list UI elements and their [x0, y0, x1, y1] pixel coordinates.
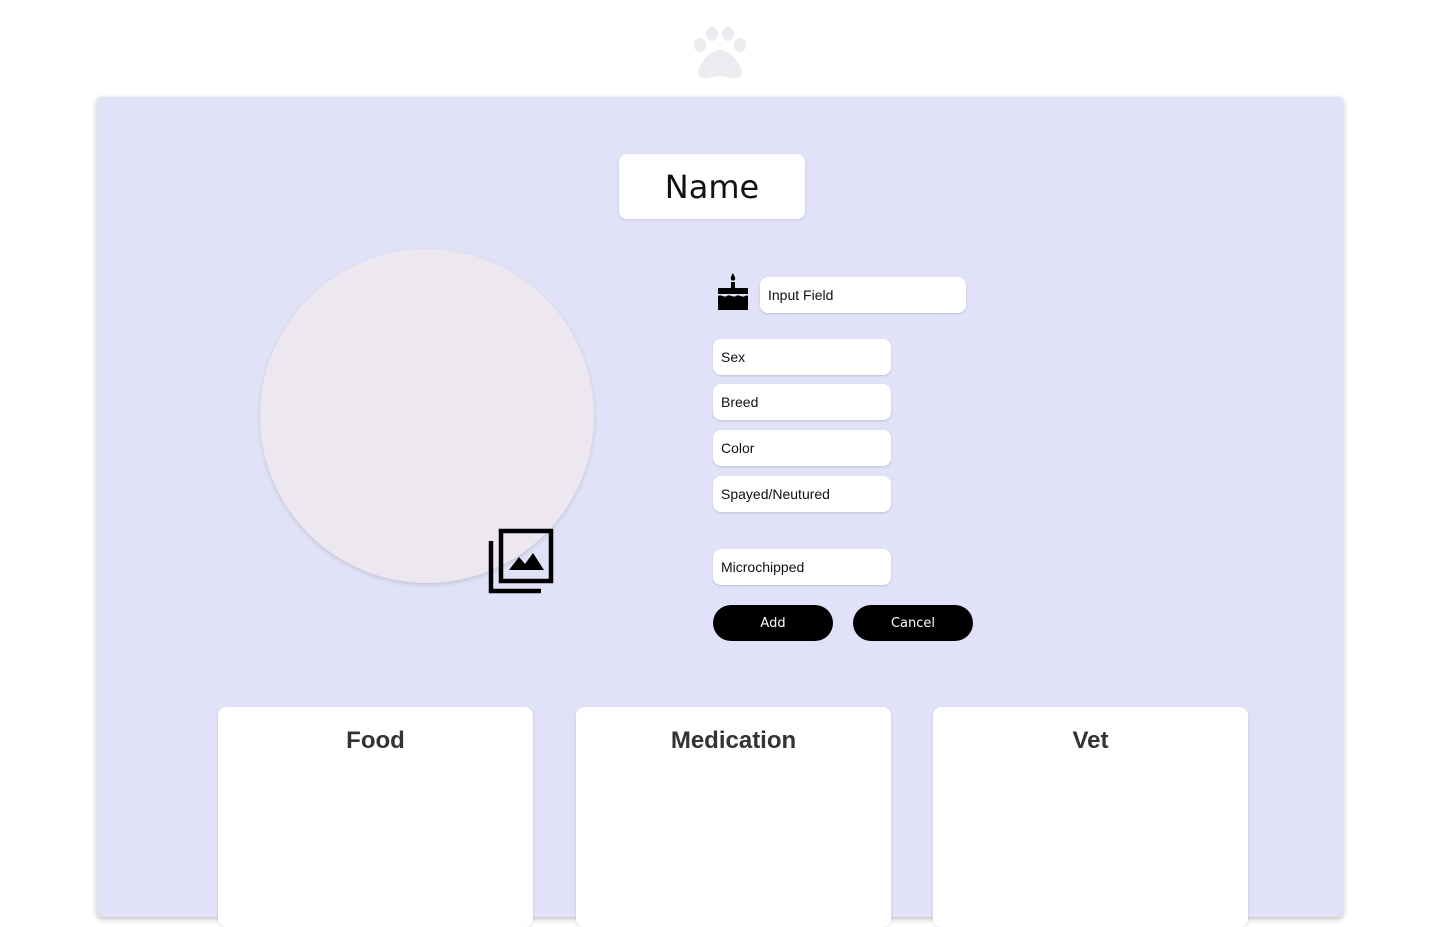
- breed-field[interactable]: [713, 384, 891, 420]
- sex-field[interactable]: [713, 339, 891, 375]
- food-card[interactable]: Food: [218, 707, 533, 927]
- pet-profile-panel: Name Add Cancel Food Medication Vet: [97, 97, 1343, 927]
- birthday-input[interactable]: [760, 277, 966, 313]
- add-button[interactable]: Add: [713, 605, 833, 641]
- cake-icon: [718, 273, 748, 310]
- color-field[interactable]: [713, 430, 891, 466]
- microchipped-field[interactable]: [713, 549, 891, 585]
- paw-icon: [694, 27, 746, 79]
- food-card-title: Food: [346, 727, 405, 754]
- pet-name-field[interactable]: Name: [619, 154, 805, 219]
- photo-library-icon[interactable]: [488, 528, 554, 594]
- cancel-button[interactable]: Cancel: [853, 605, 973, 641]
- vet-card[interactable]: Vet: [933, 707, 1248, 927]
- spayed-neutered-field[interactable]: [713, 476, 891, 512]
- medication-card-title: Medication: [670, 727, 797, 754]
- medication-card[interactable]: Medication: [576, 707, 891, 927]
- vet-card-title: Vet: [1072, 727, 1109, 754]
